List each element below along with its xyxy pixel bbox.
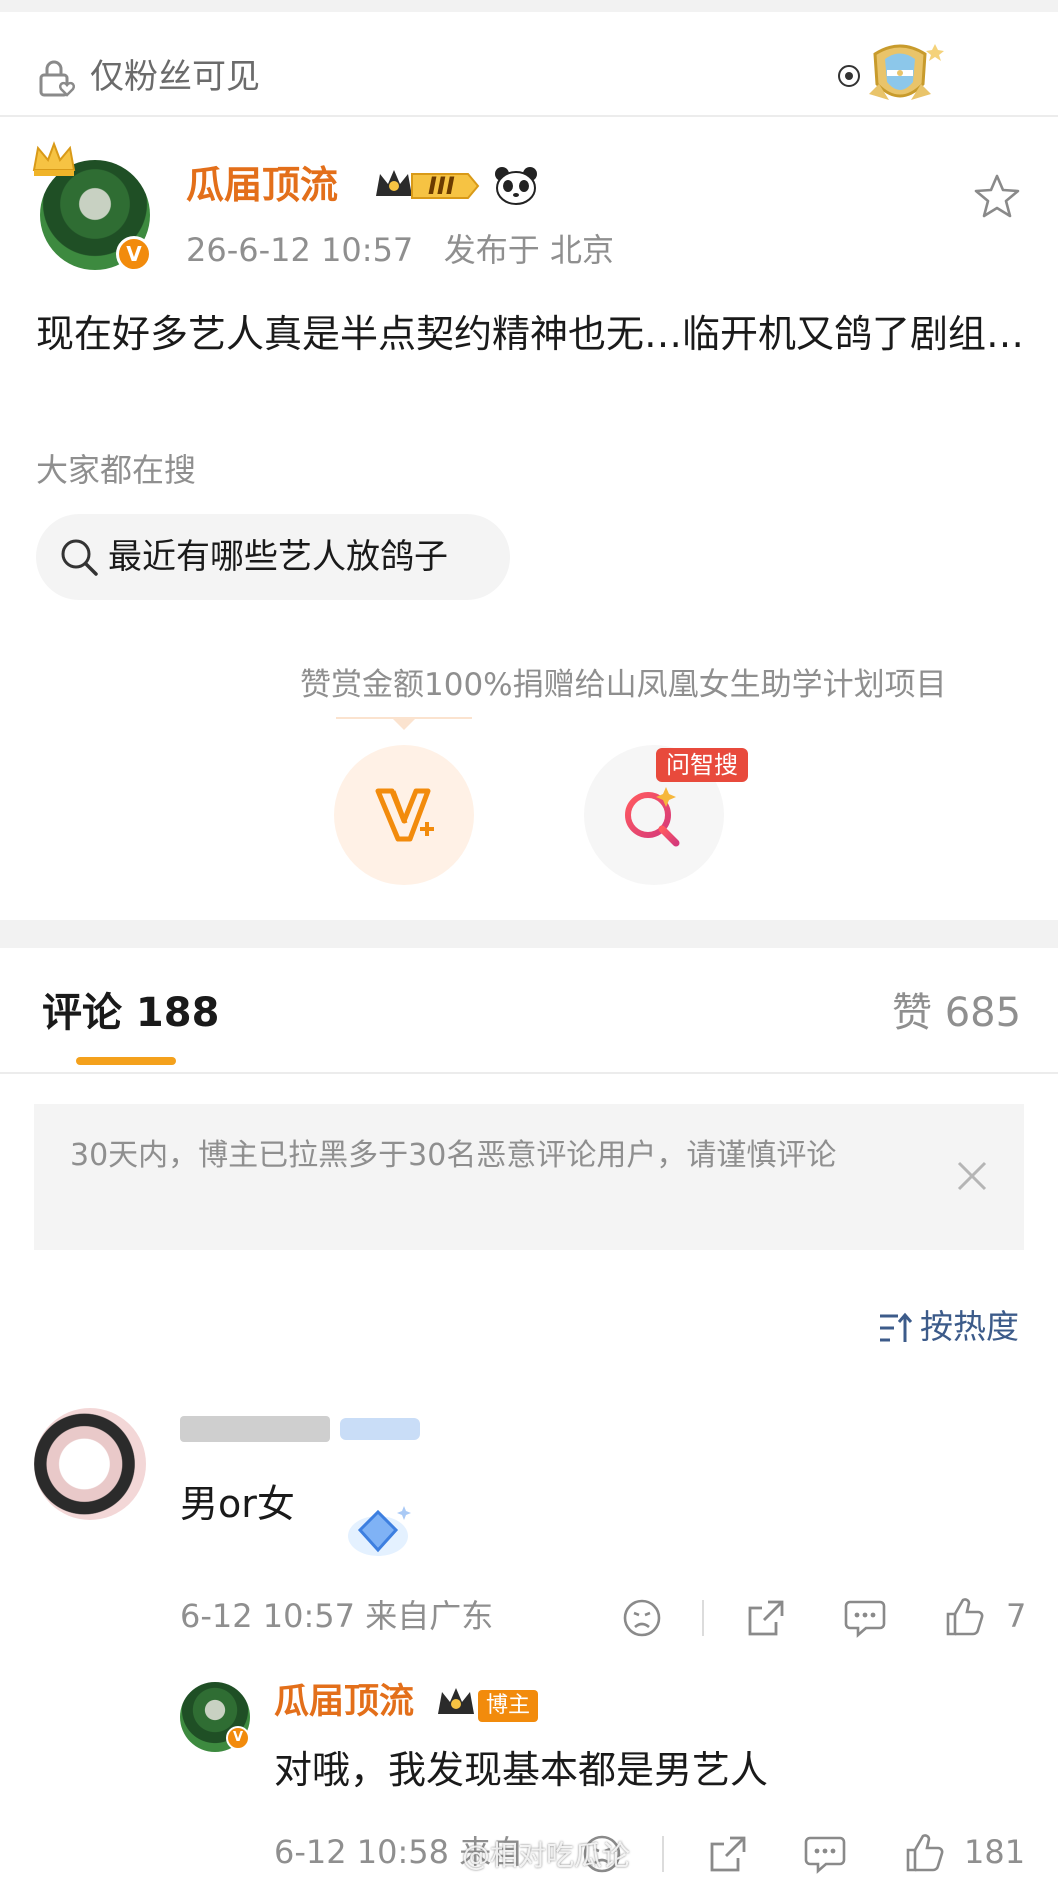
section-divider (0, 920, 1058, 948)
lock-heart-icon (39, 60, 75, 97)
watermark: @相对吃瓜论 (462, 1839, 631, 1872)
sort-label: 按热度 (920, 1307, 1019, 1346)
reward-v-icon (375, 788, 434, 842)
commenter-avatar[interactable] (34, 1408, 146, 1520)
reply-verified-badge: V (226, 1726, 250, 1750)
like-thumb-icon[interactable] (944, 1596, 984, 1638)
dislike-face-icon[interactable] (622, 1598, 662, 1638)
reply-comment-bubble-icon[interactable] (804, 1834, 846, 1874)
post-meta: 26-6-12 10:57 发布于 北京 (186, 231, 614, 269)
ai-search-icon (625, 787, 680, 847)
reward-tooltip-pointer (336, 717, 472, 730)
member-level-text: III (428, 172, 455, 200)
tab-comments[interactable]: 评论 188 (42, 985, 219, 1041)
comment-text: 男or女 (180, 1482, 295, 1526)
favorite-star-icon[interactable] (972, 172, 1022, 222)
close-icon[interactable] (954, 1158, 990, 1194)
reply-action-divider (662, 1836, 664, 1872)
trending-search-label: 大家都在搜 (36, 451, 197, 489)
tab-active-indicator (76, 1057, 176, 1065)
tabs-divider (0, 1072, 1058, 1074)
comment-bubble-icon[interactable] (844, 1598, 886, 1638)
ai-search-tag: 问智搜 (656, 748, 748, 782)
blogger-tag: 博主 (478, 1690, 539, 1722)
sort-icon (880, 1312, 912, 1342)
comment-like-count: 7 (1006, 1597, 1027, 1635)
trending-search-text: 最近有哪些艺人放鸽子 (108, 537, 448, 577)
member-level-badge[interactable]: III (372, 166, 484, 206)
trending-search-pill[interactable]: 最近有哪些艺人放鸽子 (36, 514, 510, 600)
fan-medal-icon (838, 44, 944, 100)
reply-like-thumb-icon[interactable] (904, 1832, 944, 1874)
reply-like-count: 181 (964, 1833, 1026, 1871)
action-divider (702, 1600, 704, 1636)
reward-donation-text: 赞赏金额100%捐赠给山凤凰女生助学计划项目 (300, 667, 947, 703)
author-name[interactable]: 瓜届顶流 (186, 160, 338, 210)
reply-crown-icon (438, 1688, 474, 1714)
comment-meta: 6-12 10:57 来自广东 (180, 1597, 494, 1635)
share-icon[interactable] (746, 1598, 786, 1638)
reply-author-name[interactable]: 瓜届顶流 (274, 1678, 414, 1726)
panda-icon (495, 167, 537, 205)
reward-button[interactable] (334, 745, 474, 885)
notice-text: 30天内，博主已拉黑多于30名恶意评论用户，请谨慎评论 (70, 1138, 837, 1173)
author-avatar-group[interactable]: V (30, 140, 155, 275)
search-icon (61, 539, 98, 576)
reply-share-icon[interactable] (708, 1834, 748, 1874)
top-gap (0, 0, 1058, 12)
diamond-sticker-icon (348, 1506, 411, 1556)
tab-likes[interactable]: 赞 685 (892, 985, 1021, 1041)
visibility-bar: 仅粉丝可见 (0, 12, 1058, 117)
post-body: 现在好多艺人真是半点契约精神也无…临开机又鸽了剧组… (36, 312, 1025, 356)
blocked-users-notice: 30天内，博主已拉黑多于30名恶意评论用户，请谨慎评论 (34, 1104, 1024, 1250)
visibility-label: 仅粉丝可见 (90, 57, 260, 97)
verified-badge: V (116, 236, 152, 272)
reply-text: 对哦，我发现基本都是男艺人 (274, 1748, 769, 1792)
commenter-name-redacted[interactable] (180, 1412, 430, 1446)
crown-icon (32, 141, 76, 176)
